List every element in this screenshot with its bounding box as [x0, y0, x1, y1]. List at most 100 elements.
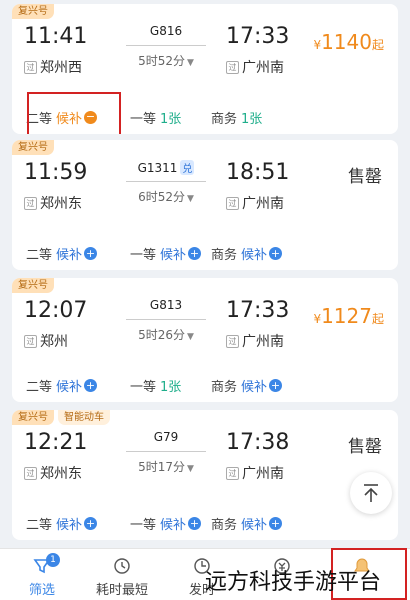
seat-class-name: 一等 [130, 112, 157, 127]
departure-time: 11:41 [24, 24, 88, 49]
pass-badge: 过 [226, 196, 239, 210]
seat-status: 候补 [56, 248, 83, 263]
seat-class[interactable]: 商务 候补 + [211, 244, 283, 263]
departure-station-name: 郑州东 [40, 196, 82, 212]
seat-class-name: 商务 [211, 518, 238, 533]
seat-status: 候补 [56, 380, 83, 395]
filter-icon: 1 [2, 553, 82, 577]
seat-availability: 二等 候补 + 一等 候补 + 商务 候补 + [12, 514, 398, 536]
plus-icon[interactable]: + [269, 247, 283, 260]
tag-label: 复兴号 [18, 142, 48, 153]
arrival-time: 17:38 [226, 430, 290, 455]
train-number[interactable]: G816 [126, 24, 206, 38]
price-currency: ¥ [313, 38, 322, 52]
duration-label: 6时52分 [138, 190, 185, 204]
duration[interactable]: 6时52分 ▼ [116, 188, 216, 205]
pass-badge: 过 [226, 60, 239, 74]
plus-icon[interactable]: + [188, 247, 202, 260]
pass-badge: 过 [24, 466, 37, 480]
fuxing-tag: 复兴号 [12, 4, 54, 19]
seat-class-name: 二等 [26, 248, 53, 263]
seat-class[interactable]: 二等 候补 + [26, 514, 98, 533]
dropdown-icon: ▼ [186, 464, 194, 474]
arrival-station-name: 广州南 [242, 334, 284, 350]
seat-class[interactable]: 商务 候补 + [211, 514, 283, 533]
duration[interactable]: 5时17分 ▼ [116, 458, 216, 475]
train-card[interactable]: 复兴号 12:07 G813 5时26分 ▼ 17:33 过郑州过广州南 ¥1127起 二等 候补… [12, 278, 398, 402]
plus-icon[interactable]: + [84, 517, 98, 530]
train-card[interactable]: 复兴号 智能动车 12:21 G79 5时17分 ▼ 17:38 过郑州东过广州南 售罄 二等 候补… [12, 410, 398, 540]
seat-class[interactable]: 一等 1张 [130, 376, 181, 395]
duration-label: 5时52分 [138, 54, 185, 68]
seat-class[interactable]: 商务 候补 + [211, 376, 283, 395]
seat-class[interactable]: 一等 候补 + [130, 514, 202, 533]
plus-icon[interactable]: + [188, 517, 202, 530]
seat-class[interactable]: 二等 候补 − [26, 92, 121, 134]
plus-icon[interactable]: + [84, 379, 98, 392]
train-number[interactable]: G1311 兑 [126, 160, 206, 175]
seat-availability: 二等 候补 + 一等 1张 商务 候补 + [12, 376, 398, 398]
toolbar-item-label: 耗时最短 [95, 583, 148, 598]
seat-class[interactable]: 二等 候补 + [26, 376, 98, 395]
seat-status: 候补 [160, 518, 187, 533]
seat-class[interactable]: 一等 候补 + [130, 244, 202, 263]
seat-status: 1张 [241, 112, 263, 127]
train-number-label: G813 [149, 298, 183, 312]
departure-time: 12:07 [24, 298, 88, 323]
toolbar-item[interactable]: 耗时最短 [82, 555, 162, 598]
train-list: 复兴号 11:41 G816 5时52分 ▼ 17:33 过郑州西过广州南 ¥1140起 二等候… [0, 0, 410, 548]
duration-label: 5时17分 [138, 460, 185, 474]
seat-class-name: 一等 [130, 248, 157, 263]
seat-class[interactable]: 一等 1张 [130, 108, 181, 127]
seat-status: 候补 [160, 248, 187, 263]
dropdown-icon: ▼ [186, 194, 194, 204]
route-line [126, 181, 206, 182]
highlight-box [27, 92, 121, 134]
clock-icon [82, 555, 162, 577]
seat-class-name: 一等 [130, 380, 157, 395]
train-card[interactable]: 复兴号 11:41 G816 5时52分 ▼ 17:33 过郑州西过广州南 ¥1140起 二等候… [12, 4, 398, 134]
train-card[interactable]: 复兴号 11:59 G1311 兑 6时52分 ▼ 18:51 过郑州东过广州南 售罄 二等 候补 +… [12, 140, 398, 270]
tag-label: 智能动车 [64, 412, 104, 423]
train-tags: 复兴号 智能动车 [12, 410, 110, 425]
watermark: 远方科技手游平台 [205, 570, 382, 595]
duration[interactable]: 5时52分 ▼ [116, 52, 216, 69]
pass-badge: 过 [226, 466, 239, 480]
price-amount: 1127 [321, 304, 372, 328]
plus-icon[interactable]: + [84, 247, 98, 260]
smart-train-tag: 智能动车 [58, 410, 110, 425]
seat-status: 候补 [241, 518, 268, 533]
sold-out-label: 售罄 [348, 167, 382, 187]
departure-station-name: 郑州东 [40, 466, 82, 482]
arrival-station: 过广州南 [226, 331, 284, 351]
train-number[interactable]: G79 [126, 430, 206, 444]
departure-station: 过郑州西 [24, 57, 82, 77]
seat-status: 1张 [160, 380, 182, 395]
arrival-station: 过广州南 [226, 193, 284, 213]
duration[interactable]: 5时26分 ▼ [116, 326, 216, 343]
arrival-time: 17:33 [226, 24, 290, 49]
seat-class-name: 二等 [26, 518, 53, 533]
toolbar-item[interactable]: 1 筛选 [2, 553, 82, 598]
departure-station-name: 郑州 [40, 334, 68, 350]
departure-time: 12:21 [24, 430, 88, 455]
seat-class[interactable]: 商务 1张 [211, 108, 262, 127]
route-line [126, 45, 206, 46]
scroll-to-top-button[interactable] [350, 472, 392, 514]
seat-availability: 二等 候补 + 一等 候补 + 商务 候补 + [12, 244, 398, 266]
departure-station: 过郑州 [24, 331, 68, 351]
duration-label: 5时26分 [138, 328, 185, 342]
departure-station-name: 郑州西 [40, 60, 82, 76]
count-badge: 1 [46, 553, 60, 567]
train-number[interactable]: G813 [126, 298, 206, 312]
departure-station: 过郑州东 [24, 463, 82, 483]
plus-icon[interactable]: + [269, 517, 283, 530]
dropdown-icon: ▼ [186, 332, 194, 342]
train-tags: 复兴号 [12, 278, 54, 293]
price-currency: ¥ [313, 312, 322, 326]
price-suffix: 起 [371, 38, 384, 52]
seat-status: 候补 [241, 380, 268, 395]
seat-status: 候补 [241, 248, 268, 263]
plus-icon[interactable]: + [269, 379, 283, 392]
seat-class[interactable]: 二等 候补 + [26, 244, 98, 263]
